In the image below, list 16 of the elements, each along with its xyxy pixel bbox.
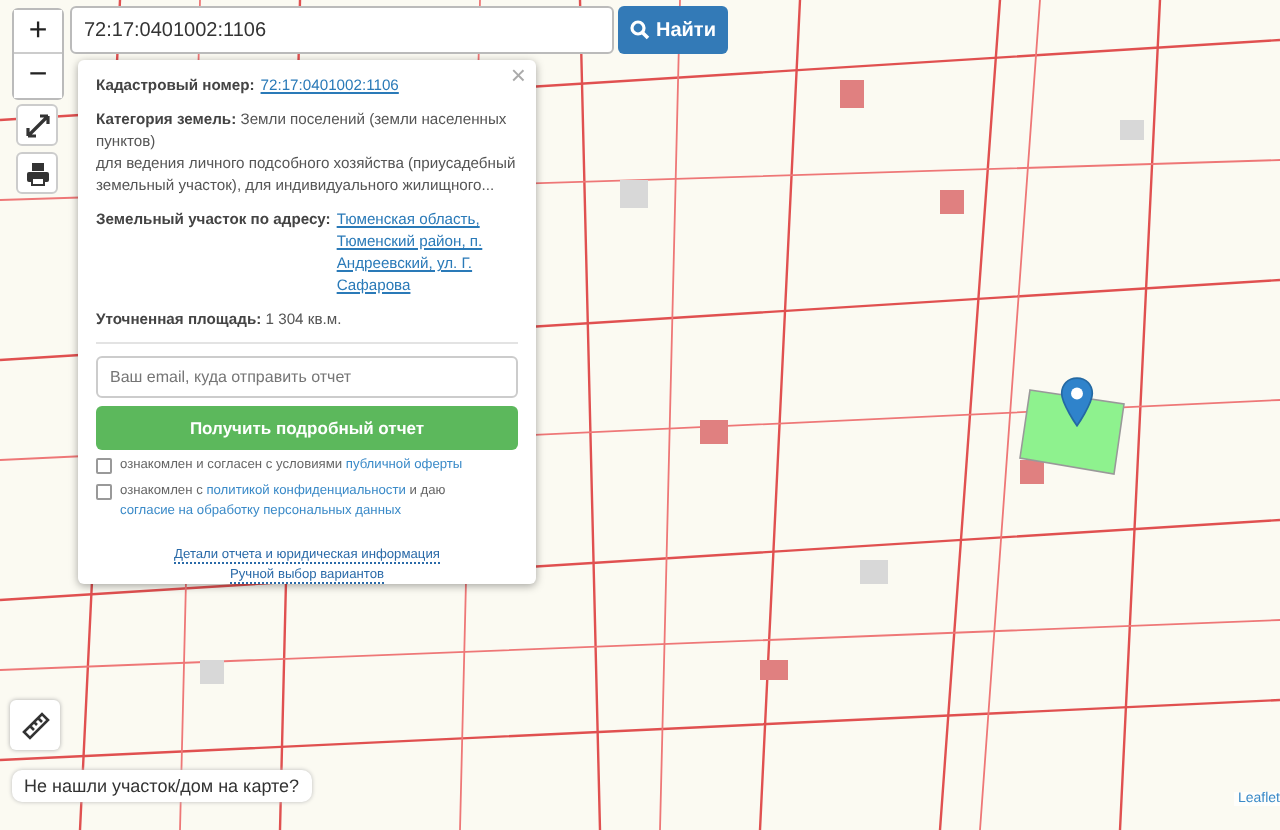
checkbox[interactable] xyxy=(96,484,112,500)
search-field[interactable]: 72:17:0401002:1106 xyxy=(70,6,614,54)
fullscreen-button[interactable] xyxy=(16,104,58,146)
print-button[interactable] xyxy=(16,152,58,194)
zoom-in-button[interactable]: + xyxy=(14,10,62,54)
not-found-prompt[interactable]: Не нашли участок/дом на карте? xyxy=(12,770,312,802)
map-marker-icon[interactable] xyxy=(1060,376,1094,428)
expand-icon xyxy=(25,113,49,137)
ruler-button[interactable] xyxy=(10,700,60,750)
search-icon xyxy=(630,20,650,40)
search-button[interactable]: Найти xyxy=(618,6,728,54)
email-field[interactable]: Ваш email, куда отправить отчет xyxy=(96,356,518,398)
print-icon xyxy=(25,161,49,185)
report-button[interactable]: Получить подробный отчет xyxy=(96,406,518,450)
ruler-icon xyxy=(21,711,49,739)
checkbox[interactable] xyxy=(96,458,112,474)
